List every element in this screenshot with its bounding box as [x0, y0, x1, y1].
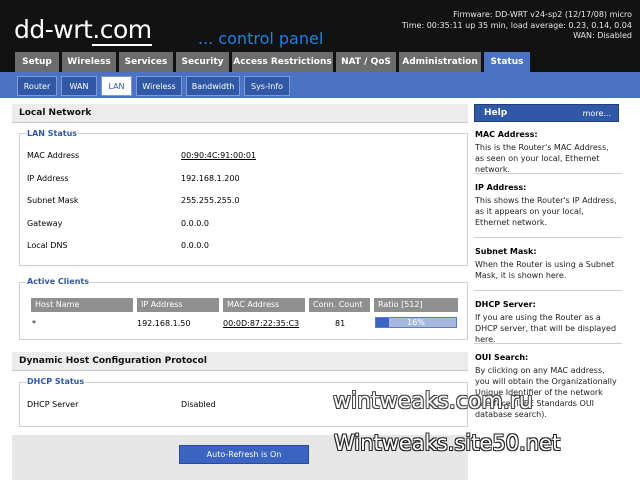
local-network-title: Local Network [12, 104, 468, 123]
dhcp-status-legend: DHCP Status [26, 376, 86, 388]
tab-nat-qos[interactable]: NAT / QoS [336, 52, 396, 72]
help-divider [474, 173, 622, 174]
gateway-label: Gateway [27, 219, 63, 228]
subtab-sysinfo[interactable]: Sys-Info [244, 76, 290, 96]
subnet-mask-label: Subnet Mask [27, 196, 79, 205]
tab-setup[interactable]: Setup [15, 52, 59, 72]
active-clients-legend: Active Clients [26, 276, 90, 288]
watermark-bottom: Wintweaks.site50.net [334, 431, 561, 455]
col-conn-count: Conn. Count [309, 298, 370, 312]
tab-services[interactable]: Services [119, 52, 173, 72]
help-divider [474, 237, 622, 238]
subtab-bandwidth[interactable]: Bandwidth [186, 76, 240, 96]
tab-security[interactable]: Security [176, 52, 229, 72]
subtab-wan[interactable]: WAN [61, 76, 97, 96]
help-text-subnet: When the Router is using a Subnet Mask, … [475, 260, 615, 280]
help-text-dhcp: If you are using the Router as a DHCP se… [475, 313, 617, 344]
logo-suffix: .com [92, 15, 152, 46]
subtab-wireless[interactable]: Wireless [136, 76, 182, 96]
subtab-lan[interactable]: LAN [101, 76, 132, 96]
client-ip: 192.168.1.50 [137, 319, 191, 328]
tab-wireless[interactable]: Wireless [62, 52, 116, 72]
sub-nav: Router WAN LAN Wireless Bandwidth Sys-In… [0, 72, 640, 98]
dhcp-title: Dynamic Host Configuration Protocol [12, 352, 468, 371]
local-dns-label: Local DNS [27, 241, 68, 250]
logo-main: dd-wrt [14, 15, 93, 44]
help-heading-subnet: Subnet Mask: [475, 247, 537, 256]
watermark-top: wintweaks.com.ru [333, 389, 533, 414]
help-divider [474, 343, 622, 344]
tab-access-restrictions[interactable]: Access Restrictions [232, 52, 333, 72]
dhcp-server-label: DHCP Server [27, 400, 79, 409]
help-heading-mac: MAC Address: [475, 130, 538, 139]
help-text-mac: This is the Router's MAC Address, as see… [475, 143, 609, 174]
lan-status-legend: LAN Status [26, 128, 79, 140]
help-divider [474, 290, 622, 291]
dhcp-server-value: Disabled [181, 400, 216, 409]
ip-address-value: 192.168.1.200 [181, 174, 240, 183]
help-text-ip: This shows the Router's IP Address, as i… [475, 196, 617, 227]
subnet-mask-value: 255.255.255.0 [181, 196, 240, 205]
help-title: Help [484, 108, 508, 118]
ip-address-label: IP Address [27, 174, 69, 183]
mac-address-value[interactable]: 00:90:4C:91:00:01 [181, 150, 256, 162]
firmware-version: Firmware: DD-WRT v24-sp2 (12/17/08) micr… [453, 10, 632, 19]
client-mac-link[interactable]: 00:0D:87:22:35:C3 [223, 318, 299, 330]
gateway-value: 0.0.0.0 [181, 219, 209, 228]
system-info: Firmware: DD-WRT v24-sp2 (12/17/08) micr… [402, 10, 632, 42]
main-nav: Setup Wireless Services Security Access … [0, 50, 640, 72]
control-panel-subtitle: ... control panel [198, 29, 324, 48]
local-dns-value: 0.0.0.0 [181, 241, 209, 250]
client-ratio-bar: 16% [375, 317, 457, 328]
auto-refresh-button[interactable]: Auto-Refresh is On [179, 445, 309, 464]
help-header: Help more... [474, 104, 619, 122]
client-ratio-text: 16% [407, 318, 425, 327]
uptime-load: Time: 00:35:11 up 35 min, load average: … [401, 20, 632, 30]
mac-address-label: MAC Address [27, 151, 80, 160]
tab-administration[interactable]: Administration [399, 52, 481, 72]
tab-status[interactable]: Status [484, 52, 530, 72]
header: dd-wrt.com ... control panel Firmware: D… [0, 0, 640, 50]
client-host: * [32, 319, 36, 328]
col-ip-address: IP Address [137, 298, 219, 312]
help-more-link[interactable]: more... [583, 105, 611, 122]
help-heading-oui: OUI Search: [475, 353, 529, 362]
help-heading-ip: IP Address: [475, 183, 527, 192]
wan-status: WAN: Disabled [573, 31, 632, 40]
client-conn-count: 81 [335, 319, 346, 328]
col-host-name: Host Name [31, 298, 133, 312]
help-heading-dhcp: DHCP Server: [475, 300, 536, 309]
subtab-router[interactable]: Router [17, 76, 57, 96]
ddwrt-logo: dd-wrt.com [14, 15, 152, 46]
col-mac-address: MAC Address [223, 298, 305, 312]
col-ratio: Ratio [512] [374, 298, 458, 312]
